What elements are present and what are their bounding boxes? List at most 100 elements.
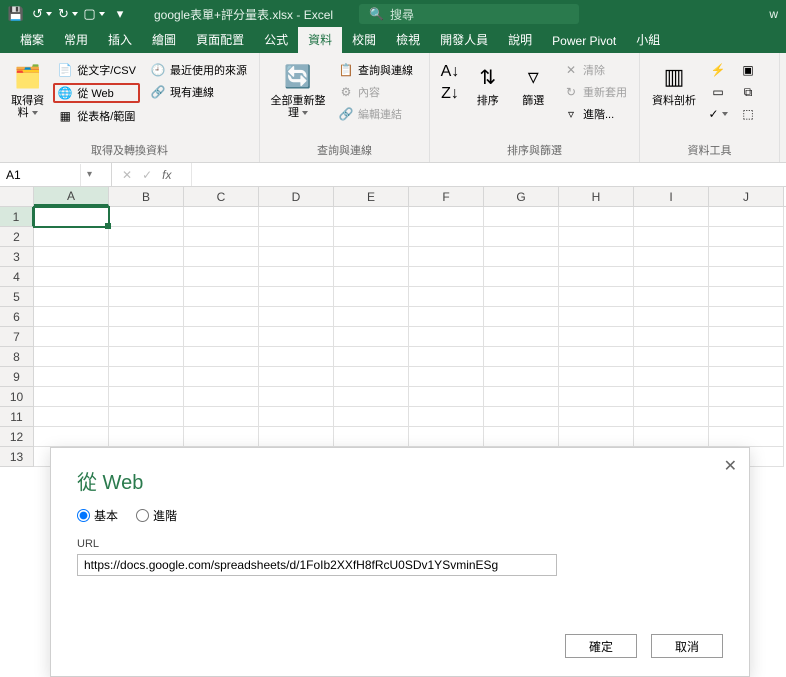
cell[interactable]: [634, 347, 709, 367]
cell[interactable]: [184, 287, 259, 307]
undo-icon[interactable]: ↺: [34, 6, 50, 22]
cell[interactable]: [259, 387, 334, 407]
tab-draw[interactable]: 繪圖: [142, 27, 186, 53]
col-header[interactable]: E: [334, 187, 409, 206]
cell[interactable]: [34, 267, 109, 287]
manage-data-model-button[interactable]: ⬚: [736, 105, 760, 123]
cell[interactable]: [709, 407, 784, 427]
cell[interactable]: [409, 347, 484, 367]
cell[interactable]: [409, 207, 484, 227]
cell[interactable]: [34, 307, 109, 327]
cell[interactable]: [109, 427, 184, 447]
col-header[interactable]: H: [559, 187, 634, 206]
cell[interactable]: [709, 247, 784, 267]
cell[interactable]: [409, 327, 484, 347]
cell[interactable]: [709, 367, 784, 387]
properties-button[interactable]: ⚙內容: [334, 83, 417, 101]
cell[interactable]: [259, 407, 334, 427]
cell[interactable]: [484, 287, 559, 307]
redo-icon[interactable]: ↻: [60, 6, 76, 22]
cell[interactable]: [184, 407, 259, 427]
qat-customize-icon[interactable]: ▾: [112, 6, 128, 22]
cell[interactable]: [484, 267, 559, 287]
cell[interactable]: [634, 207, 709, 227]
row-header[interactable]: 2: [0, 227, 34, 247]
cell[interactable]: [184, 207, 259, 227]
cell[interactable]: [409, 267, 484, 287]
cell[interactable]: [109, 387, 184, 407]
cell[interactable]: [334, 307, 409, 327]
ok-button[interactable]: 確定: [565, 634, 637, 658]
cell[interactable]: [259, 247, 334, 267]
remove-duplicates-button[interactable]: ▭: [706, 83, 730, 101]
cell[interactable]: [634, 267, 709, 287]
data-validation-button[interactable]: ✓: [706, 105, 730, 123]
refresh-all-button[interactable]: 🔄 全部重新整理: [268, 57, 328, 140]
select-all-corner[interactable]: [0, 187, 34, 206]
col-header[interactable]: D: [259, 187, 334, 206]
radio-advanced[interactable]: 進階: [136, 507, 177, 524]
radio-basic[interactable]: 基本: [77, 507, 118, 524]
cell[interactable]: [109, 287, 184, 307]
edit-links-button[interactable]: 🔗編輯連結: [334, 105, 417, 123]
cancel-formula-icon[interactable]: ✕: [122, 168, 132, 182]
cell[interactable]: [484, 327, 559, 347]
cell[interactable]: [184, 227, 259, 247]
cell[interactable]: [709, 327, 784, 347]
cell[interactable]: [334, 387, 409, 407]
tab-formulas[interactable]: 公式: [254, 27, 298, 53]
cell[interactable]: [259, 287, 334, 307]
cell[interactable]: [34, 387, 109, 407]
col-header[interactable]: A: [34, 187, 109, 206]
cell[interactable]: [559, 247, 634, 267]
queries-connections-button[interactable]: 📋查詢與連線: [334, 61, 417, 79]
cell[interactable]: [634, 287, 709, 307]
cell[interactable]: [109, 207, 184, 227]
accept-formula-icon[interactable]: ✓: [142, 168, 152, 182]
cell[interactable]: [484, 427, 559, 447]
camera-icon[interactable]: ▢: [86, 6, 102, 22]
cell[interactable]: [634, 427, 709, 447]
cell[interactable]: [334, 327, 409, 347]
cell[interactable]: [34, 367, 109, 387]
cell[interactable]: [409, 367, 484, 387]
col-header[interactable]: I: [634, 187, 709, 206]
tab-powerpivot[interactable]: Power Pivot: [542, 30, 626, 53]
cell[interactable]: [559, 367, 634, 387]
cell[interactable]: [34, 287, 109, 307]
cell[interactable]: [634, 407, 709, 427]
cell[interactable]: [634, 227, 709, 247]
formula-input[interactable]: [191, 163, 786, 186]
existing-connections-button[interactable]: 🔗現有連線: [146, 83, 251, 101]
cell[interactable]: [484, 207, 559, 227]
tab-layout[interactable]: 頁面配置: [186, 27, 254, 53]
cell[interactable]: [184, 367, 259, 387]
row-header[interactable]: 7: [0, 327, 34, 347]
row-header[interactable]: 1: [0, 207, 34, 227]
name-box-dropdown-icon[interactable]: ▾: [80, 164, 98, 186]
row-header[interactable]: 13: [0, 447, 34, 467]
cancel-button[interactable]: 取消: [651, 634, 723, 658]
tab-help[interactable]: 說明: [498, 27, 542, 53]
cell[interactable]: [259, 307, 334, 327]
fx-icon[interactable]: fx: [162, 168, 181, 182]
cell[interactable]: [484, 387, 559, 407]
cell[interactable]: [334, 247, 409, 267]
cell[interactable]: [184, 247, 259, 267]
cell[interactable]: [409, 387, 484, 407]
cell[interactable]: [484, 367, 559, 387]
tab-file[interactable]: 檔案: [10, 27, 54, 53]
row-header[interactable]: 11: [0, 407, 34, 427]
text-to-columns-button[interactable]: ▥ 資料剖析: [648, 57, 700, 140]
cell[interactable]: [334, 427, 409, 447]
row-header[interactable]: 5: [0, 287, 34, 307]
cell[interactable]: [709, 307, 784, 327]
cell[interactable]: [484, 407, 559, 427]
cell[interactable]: [259, 207, 334, 227]
cell[interactable]: [484, 347, 559, 367]
close-icon[interactable]: ✕: [724, 456, 737, 476]
from-web-button[interactable]: 🌐從 Web: [53, 83, 140, 103]
cell[interactable]: [34, 407, 109, 427]
cell[interactable]: [409, 427, 484, 447]
cell[interactable]: [559, 207, 634, 227]
